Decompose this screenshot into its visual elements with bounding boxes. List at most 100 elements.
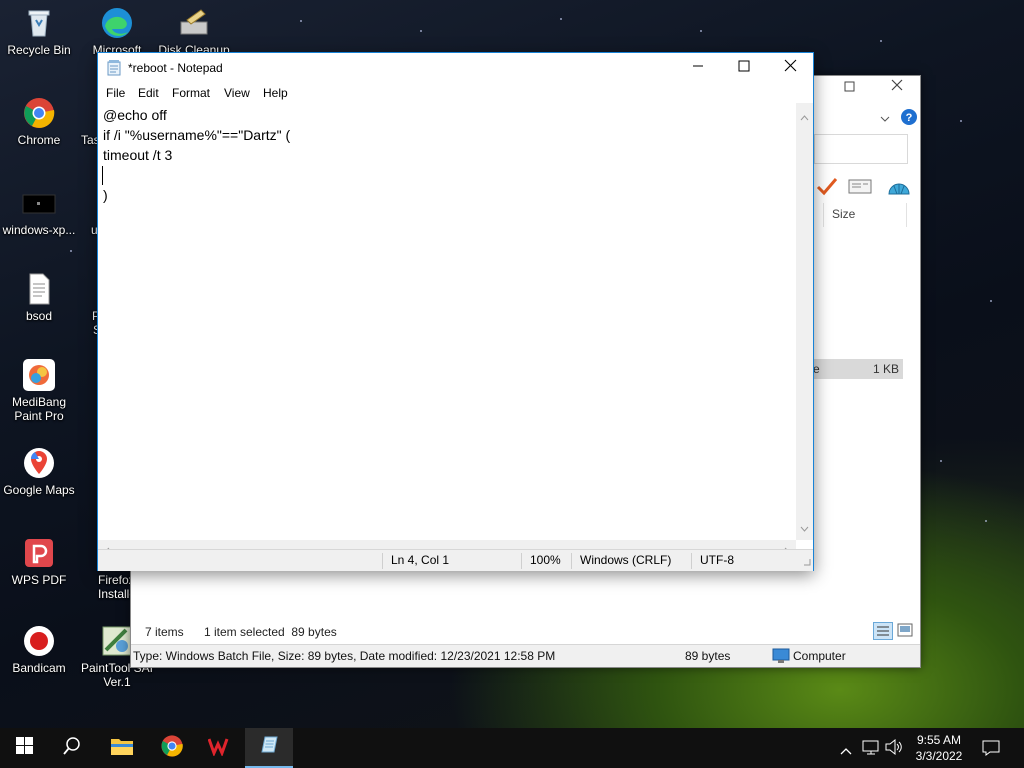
large-icons-view-icon[interactable] [897,623,913,640]
svg-text:?: ? [906,112,913,124]
maximize-icon[interactable] [844,80,856,96]
desktop-icon-google-maps[interactable]: Google Maps [0,446,78,497]
notepad-window[interactable]: *reboot - Notepad File Edit Format View … [97,52,814,571]
chrome-icon [22,96,56,130]
taskbar-notepad[interactable] [245,728,293,768]
desktop-icon-label: Chrome [17,133,61,147]
google-maps-icon [22,446,56,480]
details-location: Computer [793,649,846,663]
minimize-button[interactable] [675,53,721,83]
line-ending: Windows (CRLF) [571,553,692,569]
windows-logo-icon [15,737,33,759]
taskbar-file-explorer[interactable] [98,728,146,768]
taskbar: 9:55 AM 3/3/2022 [0,728,1024,768]
text-line: ) [103,187,108,203]
search-box[interactable] [814,134,908,164]
shell-icon[interactable] [886,174,912,203]
close-icon[interactable] [890,78,904,95]
checkmark-icon[interactable] [816,176,838,201]
text-file-icon [22,272,56,306]
cursor-position: Ln 4, Col 1 [382,553,519,569]
menu-view[interactable]: View [224,86,250,100]
desktop-icon-wps-pdf[interactable]: WPS PDF [0,536,78,587]
column-divider [823,203,824,227]
text-line: @echo off [103,107,167,123]
menu-edit[interactable]: Edit [138,86,159,100]
edge-icon [100,6,134,40]
notepad-status-bar: Ln 4, Col 1 100% Windows (CRLF) UTF-8 [98,549,813,571]
desktop-icon-microsoft-edge[interactable]: Microsoft [78,6,156,57]
resize-grip-icon[interactable] [802,555,811,569]
details-view-icon[interactable] [873,622,893,643]
text-line: timeout /t 3 [103,147,173,163]
mail-icon[interactable] [848,179,872,200]
desktop-icon-label: Google Maps [3,483,75,497]
details-size: 89 bytes [685,649,731,663]
volume-icon[interactable] [885,738,903,760]
search-button[interactable] [48,728,96,768]
menu-help[interactable]: Help [263,86,288,100]
clock-date: 3/3/2022 [915,749,963,763]
desktop-icon-label: bsod [25,309,53,323]
notepad-title-bar[interactable]: *reboot - Notepad [98,53,813,83]
file-row-type: e [813,362,820,376]
file-row-size: 1 KB [872,362,899,376]
wps-office-icon [207,736,232,761]
desktop-icon-label: WPS PDF [11,573,67,587]
desktop-icon-recycle-bin[interactable]: Recycle Bin [0,6,78,57]
desktop-icon-label: MediBang Paint Pro [11,395,67,423]
menu-bar: File Edit Format View Help [98,83,813,103]
details-type: Type: Windows Batch File, Size: 89 bytes… [133,649,556,663]
chevron-up-icon[interactable] [840,742,852,760]
desktop-icon-label: windows-xp... [2,223,76,237]
notification-icon[interactable] [982,740,1000,761]
desktop-icon-windows-xp[interactable]: windows-xp... [0,186,78,237]
desktop-icon-medibang[interactable]: MediBang Paint Pro [0,358,78,423]
close-button[interactable] [767,53,813,83]
search-icon [63,736,81,760]
selected-file-row[interactable]: e 1 KB [813,359,903,379]
encoding: UTF-8 [691,553,800,569]
wps-pdf-icon [22,536,56,570]
notepad-icon [107,60,121,81]
desktop-icon-bsod[interactable]: bsod [0,272,78,323]
menu-format[interactable]: Format [172,86,210,100]
maximize-button[interactable] [721,53,767,83]
medibang-icon [22,358,56,392]
maximize-icon [738,59,750,77]
clock-time: 9:55 AM [916,733,962,747]
text-caret [102,166,103,185]
help-icon[interactable]: ? [901,109,917,128]
video-thumbnail-icon [22,186,56,220]
menu-file[interactable]: File [106,86,125,100]
selection-info: 1 item selected 89 bytes [204,625,337,639]
taskbar-chrome[interactable] [148,728,196,768]
disk-cleanup-icon [177,6,211,40]
desktop-icon-label: Firefox Installer [98,573,141,601]
vertical-scrollbar[interactable] [796,103,813,540]
text-line: if /i "%username%"=="Dartz" ( [103,127,291,143]
taskbar-wps-office[interactable] [196,728,244,768]
desktop-icon-disk-cleanup[interactable]: Disk Cleanup [155,6,233,57]
close-icon [784,59,797,77]
text-editor-area[interactable]: @echo off if /i "%username%"=="Dartz" ( … [98,103,796,540]
desktop-icon-chrome[interactable]: Chrome [0,96,78,147]
computer-icon [772,648,790,667]
minimize-icon [692,59,704,77]
column-header-size[interactable]: Size [832,207,855,221]
scroll-up-icon[interactable] [800,108,809,126]
desktop-icon-label: Bandicam [12,661,66,675]
desktop-icon-label: Recycle Bin [7,43,71,57]
start-button[interactable] [0,728,48,768]
scroll-down-icon[interactable] [800,519,809,537]
desktop-icon-bandicam[interactable]: Bandicam [0,624,78,675]
item-count: 7 items [145,625,184,639]
chrome-icon [160,734,184,763]
system-clock[interactable]: 9:55 AM 3/3/2022 [906,732,972,764]
chevron-down-icon[interactable] [880,110,890,126]
network-icon[interactable] [862,739,880,760]
column-divider [906,203,907,227]
zoom-level: 100% [521,553,570,569]
explorer-details-bar: Type: Windows Batch File, Size: 89 bytes… [131,644,920,667]
bandicam-icon [22,624,56,658]
